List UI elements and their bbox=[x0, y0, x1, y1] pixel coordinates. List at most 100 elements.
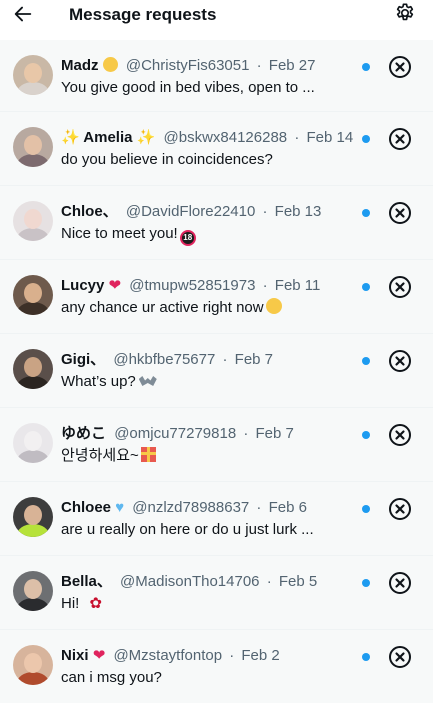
display-name: ✨ Amelia ✨ bbox=[61, 129, 156, 146]
message-request-row[interactable]: Chloee ♥ @nzlzd78988637 · Feb 6 are u re… bbox=[0, 482, 433, 556]
dismiss-circle-x-icon[interactable] bbox=[388, 55, 412, 79]
message-request-row[interactable]: Madz @ChristyFis63051 · Feb 27 You give … bbox=[0, 40, 433, 112]
request-header-line: Lucyy ❤ @tmupw52851973 · Feb 11 bbox=[61, 276, 361, 295]
message-request-list: Madz @ChristyFis63051 · Feb 27 You give … bbox=[0, 40, 433, 703]
display-name: Chloee bbox=[61, 499, 112, 516]
username-handle: @nzlzd78988637 bbox=[132, 499, 250, 516]
request-header-line: Bella、 @MadisonTho14706 · Feb 5 bbox=[61, 572, 361, 591]
message-request-row[interactable]: Nixi ❤ @Mzstaytfontop · Feb 2 can i msg … bbox=[0, 630, 433, 703]
gear-icon[interactable] bbox=[394, 2, 416, 24]
message-preview: are u really on here or do u just lurk .… bbox=[61, 520, 361, 539]
preview-text: can i msg you? bbox=[61, 669, 162, 686]
message-preview: You give good in bed vibes, open to ... bbox=[61, 78, 361, 97]
avatar[interactable] bbox=[13, 497, 53, 537]
message-request-row[interactable]: ✨ Amelia ✨ @bskwx84126288 · Feb 14 do yo… bbox=[0, 112, 433, 186]
display-name: Gigi、 bbox=[61, 351, 106, 368]
heart-with-ribbon-emoji-icon: ❤ bbox=[108, 277, 122, 294]
message-preview: any chance ur active right now bbox=[61, 298, 361, 317]
unread-indicator bbox=[362, 579, 370, 587]
blue-heart-emoji-icon: ♥ bbox=[115, 499, 125, 516]
username-handle: @ChristyFis63051 bbox=[125, 57, 250, 74]
request-header-line: ✨ Amelia ✨ @bskwx84126288 · Feb 14 bbox=[61, 128, 361, 147]
gift-emoji-icon bbox=[140, 447, 156, 462]
avatar[interactable] bbox=[13, 127, 53, 167]
unread-indicator bbox=[362, 283, 370, 291]
preview-text: What’s up? bbox=[61, 373, 136, 390]
unread-indicator bbox=[362, 431, 370, 439]
separator: · bbox=[256, 499, 262, 516]
tired-face-emoji-icon bbox=[265, 298, 282, 314]
separator: · bbox=[294, 129, 300, 146]
unread-indicator bbox=[362, 357, 370, 365]
preview-text: Nice to meet you! bbox=[61, 225, 178, 242]
dismiss-circle-x-icon[interactable] bbox=[388, 349, 412, 373]
avatar[interactable] bbox=[13, 349, 53, 389]
dismiss-circle-x-icon[interactable] bbox=[388, 645, 412, 669]
dismiss-circle-x-icon[interactable] bbox=[388, 275, 412, 299]
username-handle: @MadisonTho14706 bbox=[120, 573, 260, 590]
timestamp: Feb 7 bbox=[255, 425, 294, 442]
separator: · bbox=[262, 277, 268, 294]
preview-text: any chance ur active right now bbox=[61, 299, 264, 316]
avatar[interactable] bbox=[13, 275, 53, 315]
message-preview: can i msg you? bbox=[61, 668, 361, 687]
message-request-row[interactable]: Bella、 @MadisonTho14706 · Feb 5 Hi! ✿ bbox=[0, 556, 433, 630]
separator: · bbox=[243, 425, 249, 442]
timestamp: Feb 7 bbox=[234, 351, 274, 368]
message-preview: What’s up? bbox=[61, 372, 361, 391]
message-request-row[interactable]: ゆめこ @omjcu77279818 · Feb 7 안녕하세요~ bbox=[0, 408, 433, 482]
unread-indicator bbox=[362, 653, 370, 661]
unread-indicator bbox=[362, 135, 370, 143]
username-handle: @Mzstaytfontop bbox=[113, 647, 223, 664]
avatar[interactable] bbox=[13, 571, 53, 611]
avatar[interactable] bbox=[13, 645, 53, 685]
unread-indicator bbox=[362, 63, 370, 71]
dismiss-circle-x-icon[interactable] bbox=[388, 571, 412, 595]
separator: · bbox=[266, 573, 272, 590]
page-title: Message requests bbox=[69, 5, 217, 24]
rose-emoji-icon: ✿ bbox=[89, 595, 102, 612]
separator: · bbox=[262, 203, 268, 220]
header-bar: Message requests bbox=[0, 0, 433, 40]
preview-text: 안녕하세요~ bbox=[61, 447, 139, 464]
separator: · bbox=[256, 57, 262, 74]
timestamp: Feb 6 bbox=[268, 499, 307, 516]
timestamp: Feb 5 bbox=[278, 573, 318, 590]
username-handle: @omjcu77279818 bbox=[114, 425, 237, 442]
username-handle: @hkbfbe75677 bbox=[113, 351, 216, 368]
dismiss-circle-x-icon[interactable] bbox=[388, 497, 412, 521]
message-preview: do you believe in coincidences? bbox=[61, 150, 361, 169]
username-handle: @DavidFlore22410 bbox=[125, 203, 256, 220]
dismiss-circle-x-icon[interactable] bbox=[388, 423, 412, 447]
unread-indicator bbox=[362, 505, 370, 513]
display-name: ゆめこ bbox=[61, 425, 107, 442]
timestamp: Feb 13 bbox=[274, 203, 322, 220]
preview-text: are u really on here or do u just lurk .… bbox=[61, 521, 314, 538]
request-header-line: Madz @ChristyFis63051 · Feb 27 bbox=[61, 56, 361, 75]
timestamp: Feb 14 bbox=[306, 129, 354, 146]
dismiss-circle-x-icon[interactable] bbox=[388, 127, 412, 151]
username-handle: @tmupw52851973 bbox=[129, 277, 256, 294]
display-name: Chloe、 bbox=[61, 203, 118, 220]
dismiss-circle-x-icon[interactable] bbox=[388, 201, 412, 225]
username-handle: @bskwx84126288 bbox=[163, 129, 288, 146]
request-header-line: Gigi、 @hkbfbe75677 · Feb 7 bbox=[61, 350, 361, 369]
separator: · bbox=[222, 351, 228, 368]
display-name: Bella、 bbox=[61, 573, 112, 590]
display-name: Nixi bbox=[61, 647, 89, 664]
arrow-left-icon[interactable] bbox=[12, 3, 34, 25]
avatar[interactable] bbox=[13, 423, 53, 463]
message-request-row[interactable]: Lucyy ❤ @tmupw52851973 · Feb 11 any chan… bbox=[0, 260, 433, 334]
avatar[interactable] bbox=[13, 55, 53, 95]
display-name: Lucyy bbox=[61, 277, 105, 294]
message-request-row[interactable]: Chloe、 @DavidFlore22410 · Feb 13 Nice to… bbox=[0, 186, 433, 260]
message-request-row[interactable]: Gigi、 @hkbfbe75677 · Feb 7 What’s up? bbox=[0, 334, 433, 408]
bat-emoji-icon bbox=[138, 376, 157, 386]
unread-indicator bbox=[362, 209, 370, 217]
relieved-face-emoji-icon bbox=[102, 57, 118, 72]
preview-text: You give good in bed vibes, open to ... bbox=[61, 79, 315, 96]
message-preview: 안녕하세요~ bbox=[61, 446, 361, 465]
display-name: Madz bbox=[61, 57, 99, 74]
avatar[interactable] bbox=[13, 201, 53, 241]
request-header-line: Chloe、 @DavidFlore22410 · Feb 13 bbox=[61, 202, 361, 221]
